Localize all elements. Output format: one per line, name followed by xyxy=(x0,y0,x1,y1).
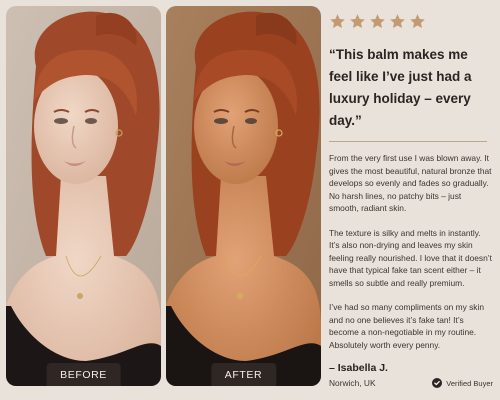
before-photo: BEFORE xyxy=(6,6,161,386)
review-paragraph-2: The texture is silky and melts in instan… xyxy=(329,227,492,288)
quote-divider xyxy=(329,141,487,142)
verified-badge: Verified Buyer xyxy=(432,378,493,388)
star-icon xyxy=(410,13,425,28)
reviewer-name: – Isabella J. xyxy=(329,362,388,374)
star-icon xyxy=(330,13,345,28)
before-label: BEFORE xyxy=(46,363,121,386)
verified-label: Verified Buyer xyxy=(446,378,493,388)
star-icon xyxy=(370,13,385,28)
check-circle-icon xyxy=(432,378,443,388)
star-icon xyxy=(350,13,365,28)
reviewer-meta: Norwich, UK Verified Buyer xyxy=(329,378,493,388)
star-icon xyxy=(390,13,405,28)
review-paragraph-1: From the very first use I was blown away… xyxy=(329,153,492,213)
after-portrait-image xyxy=(166,6,321,386)
star-rating xyxy=(329,10,493,32)
after-label: AFTER xyxy=(210,363,277,386)
review-panel: “This balm makes me feel like I’ve just … xyxy=(329,10,493,390)
after-photo: AFTER xyxy=(166,6,321,386)
reviewer-location: Norwich, UK xyxy=(329,378,376,388)
review-paragraph-3: I’ve had so many compliments on my skin … xyxy=(329,302,484,350)
before-portrait-image xyxy=(6,6,161,386)
review-quote: “This balm makes me feel like I’ve just … xyxy=(329,47,472,128)
